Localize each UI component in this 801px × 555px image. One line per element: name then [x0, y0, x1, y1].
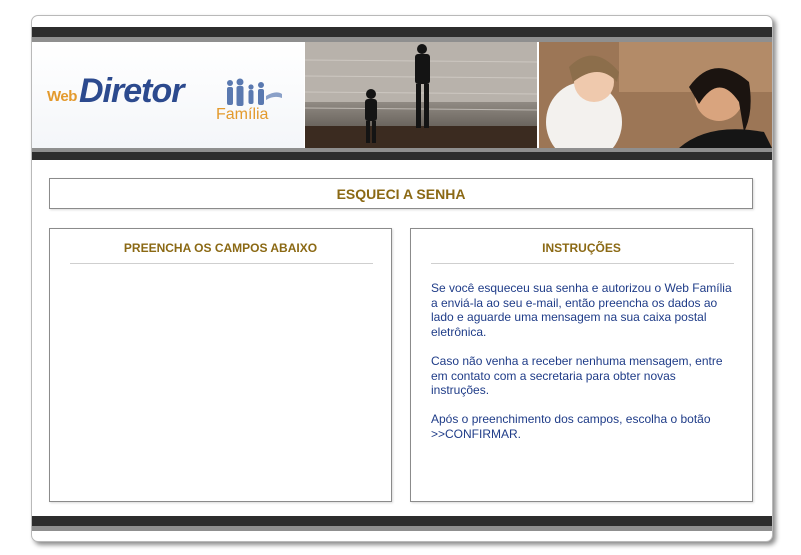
top-bar-dark	[32, 27, 772, 37]
bottom-bar-gray	[32, 526, 772, 531]
form-panel-title: PREENCHA OS CAMPOS ABAIXO	[123, 241, 318, 255]
beach-photo	[305, 42, 537, 148]
header-banner: Web Diretor Família	[32, 42, 772, 148]
logo-web-text: Web	[47, 88, 77, 105]
form-panel: PREENCHA OS CAMPOS ABAIXO	[49, 228, 392, 502]
mother-child-image	[539, 42, 772, 148]
instructions-panel-title: INSTRUÇÕES	[542, 241, 621, 255]
instructions-paragraph: Caso não venha a receber nenhuma mensage…	[431, 353, 723, 398]
family-silhouette-icon	[227, 78, 282, 106]
page-title: ESQUECI A SENHA	[336, 185, 466, 202]
logo-familia-text: Família	[216, 106, 269, 123]
instructions-panel-divider	[431, 263, 734, 264]
instructions-paragraph: Após o preenchimento dos campos, escolha…	[431, 412, 711, 441]
family-photo	[539, 42, 772, 148]
bottom-bar-dark	[32, 516, 772, 526]
instructions-paragraph: Se você esqueceu sua senha e autorizou o…	[431, 281, 732, 339]
banner-bar-dark	[32, 152, 772, 160]
beach-scene-image	[305, 42, 537, 148]
instructions-panel: INSTRUÇÕES Se você esqueceu sua senha e …	[410, 228, 753, 502]
form-panel-divider	[70, 263, 373, 264]
page-frame: Web Diretor Família ESQUECI A SENHA PREE…	[31, 15, 773, 542]
page-title-box: ESQUECI A SENHA	[49, 178, 753, 209]
logo: Web Diretor Família	[32, 42, 304, 148]
logo-diretor-text: Diretor	[79, 72, 184, 110]
instructions-text: Se você esqueceu sua senha e autorizou o…	[431, 281, 736, 456]
